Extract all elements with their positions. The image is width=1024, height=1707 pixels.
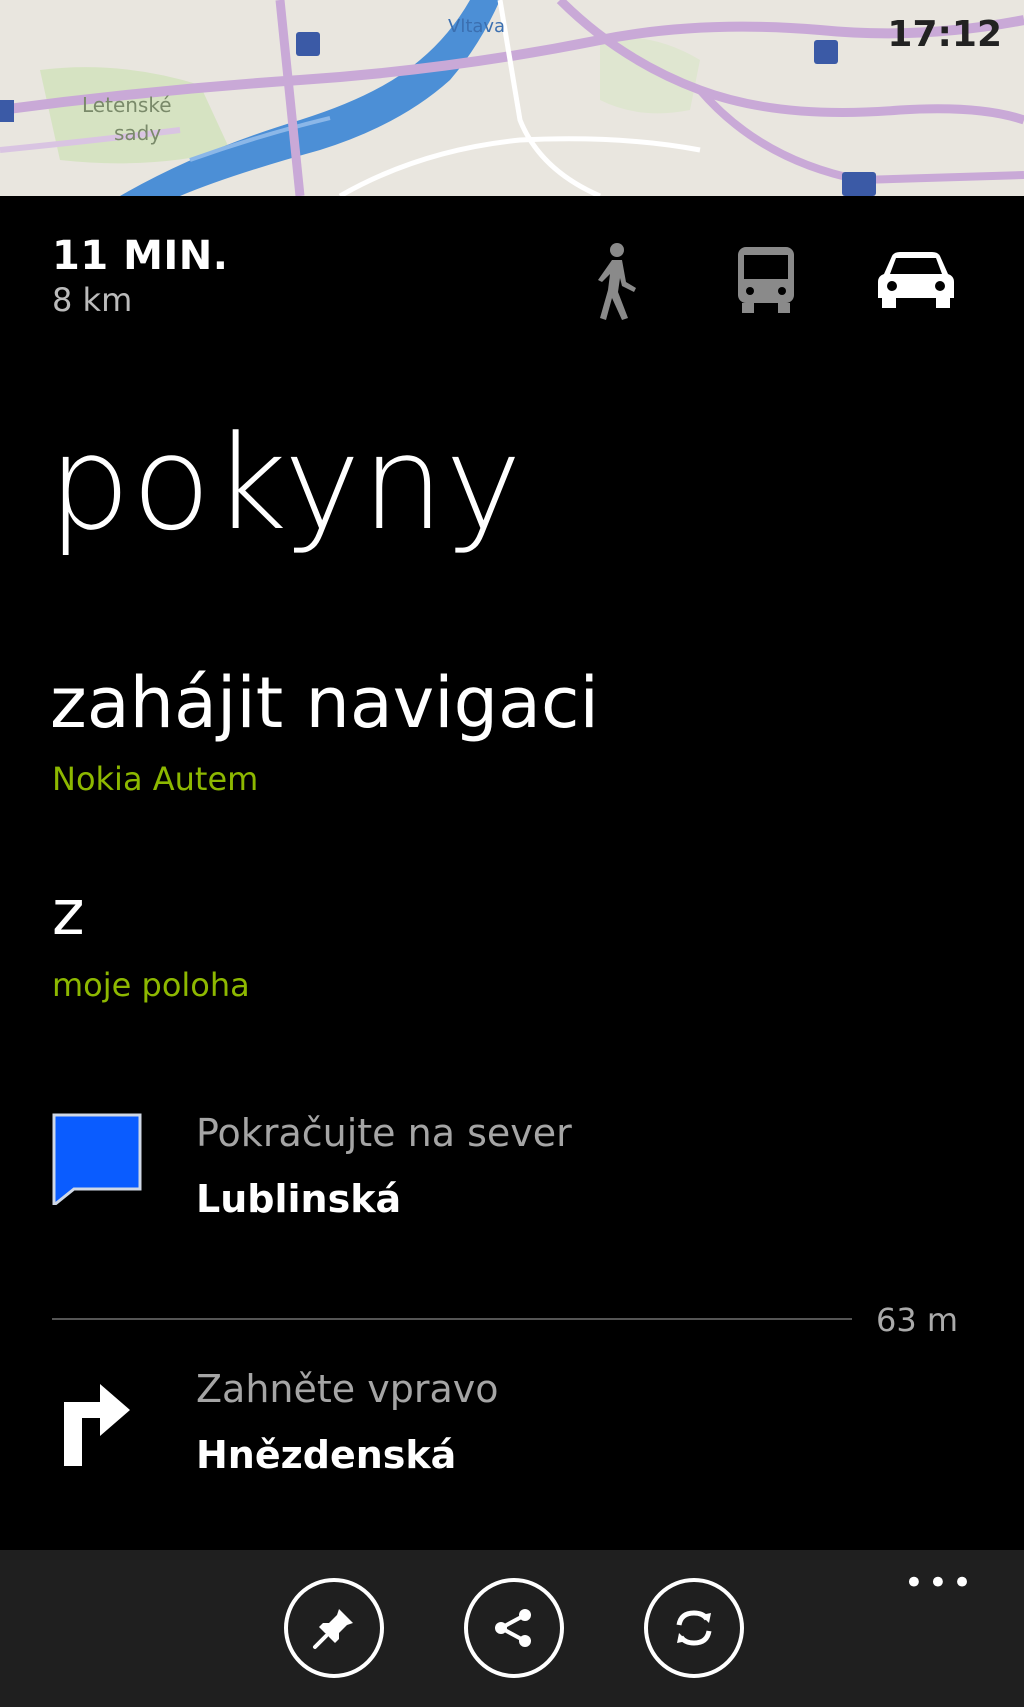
share-button[interactable] xyxy=(464,1578,564,1678)
route-distance: 8 km xyxy=(52,281,133,319)
from-value: moje poloha xyxy=(52,966,250,1004)
svg-text:sady: sady xyxy=(114,121,161,145)
pin-button[interactable] xyxy=(284,1578,384,1678)
map-graphic: Letenské sady Vltava xyxy=(0,0,1024,196)
from-label[interactable]: z xyxy=(52,882,85,944)
more-options-button[interactable]: ••• xyxy=(904,1566,976,1600)
car-icon xyxy=(878,252,954,308)
refresh-icon xyxy=(676,1610,712,1646)
svg-text:Letenské: Letenské xyxy=(82,93,172,117)
share-icon xyxy=(495,1609,531,1647)
step-2-street: Hnězdenská xyxy=(196,1433,457,1477)
step-1-street: Lublinská xyxy=(196,1177,402,1221)
page-title: pokyny xyxy=(48,407,523,559)
walking-person-icon xyxy=(598,243,636,320)
step-divider xyxy=(52,1318,852,1320)
step-1-distance: 63 m xyxy=(876,1301,959,1339)
start-navigation-link[interactable]: zahájit navigaci xyxy=(50,668,599,738)
step-2-instruction: Zahněte vpravo xyxy=(196,1367,499,1411)
mode-transit-button[interactable] xyxy=(726,240,806,320)
mode-car-button[interactable] xyxy=(876,240,956,320)
map-preview[interactable]: Letenské sady Vltava 17:12 xyxy=(0,0,1024,196)
directions-screen: Letenské sady Vltava 17:12 11 MIN. 8 km xyxy=(0,0,1024,1707)
mode-walk-button[interactable] xyxy=(574,240,654,320)
refresh-button[interactable] xyxy=(644,1578,744,1678)
route-duration: 11 MIN. xyxy=(52,233,229,279)
step-1-instruction: Pokračujte na sever xyxy=(196,1111,572,1155)
navigation-app-name: Nokia Autem xyxy=(52,760,259,798)
bus-icon xyxy=(738,247,794,313)
svg-text:Vltava: Vltava xyxy=(448,16,505,37)
route-summary: 11 MIN. 8 km xyxy=(52,236,228,316)
start-flag-icon xyxy=(52,1113,142,1209)
status-time: 17:12 xyxy=(887,14,1002,55)
turn-right-icon xyxy=(60,1372,132,1470)
pin-icon xyxy=(313,1609,353,1649)
